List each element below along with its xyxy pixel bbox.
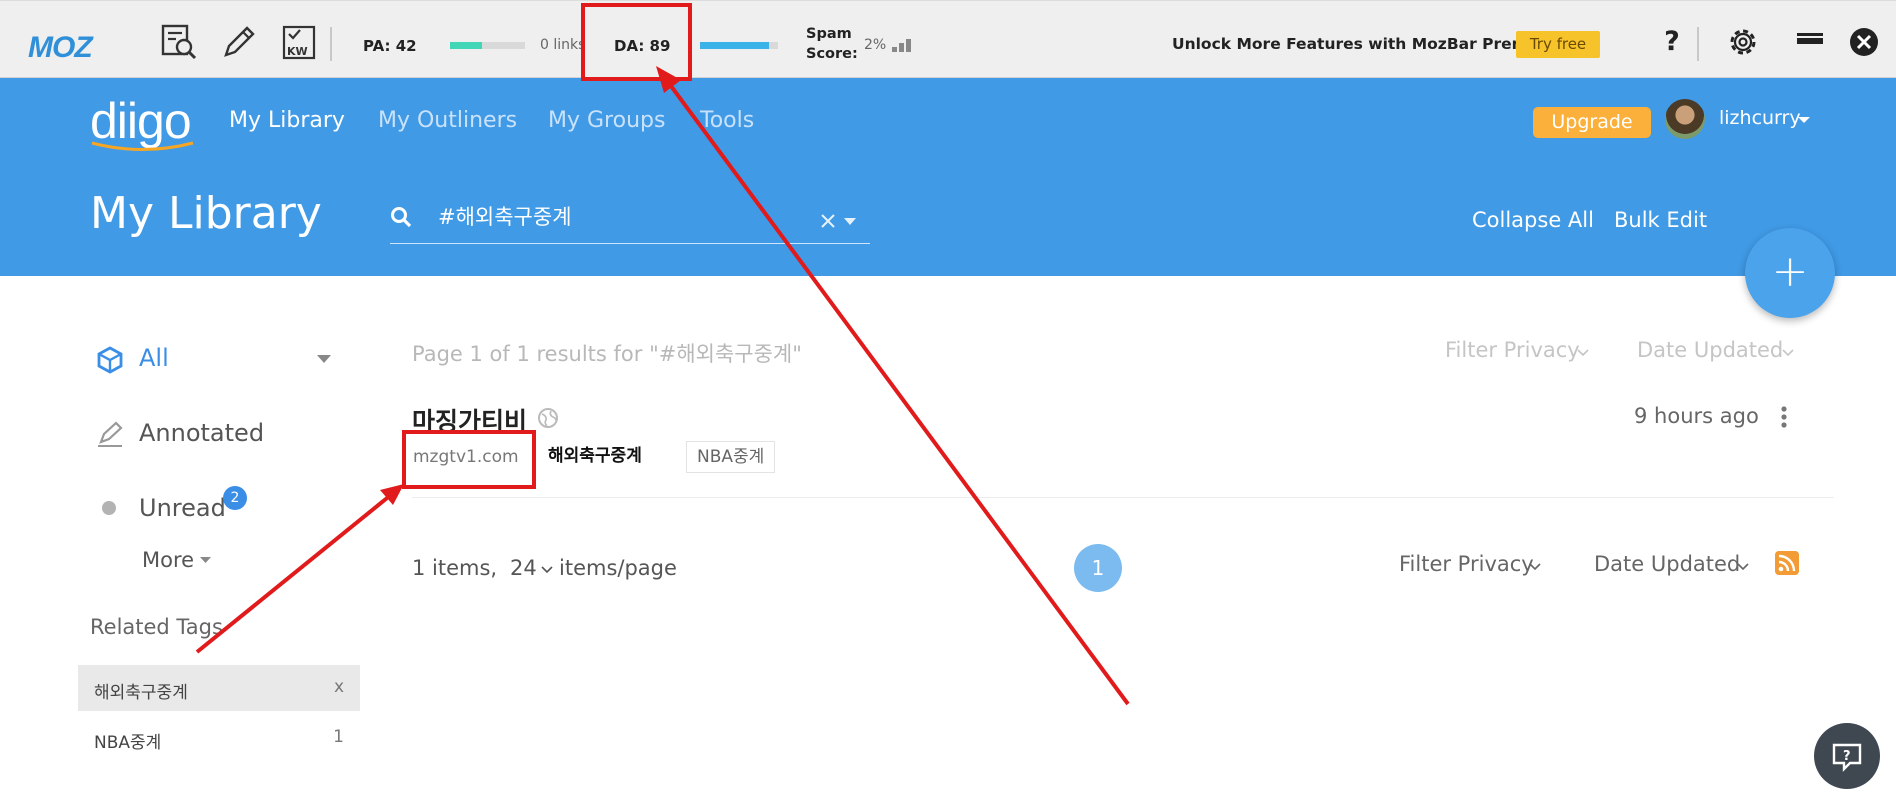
spam-label-line2: Score: — [806, 46, 858, 62]
da-meter — [700, 42, 778, 49]
per-page-label: items/page — [559, 556, 677, 580]
spam-label-line1: Spam — [806, 26, 852, 42]
filter-privacy-dropdown[interactable]: Filter Privacy — [1445, 338, 1580, 362]
nav-my-outliners[interactable]: My Outliners — [378, 108, 517, 133]
collapse-all-button[interactable]: Collapse All — [1472, 208, 1594, 232]
highlighter-icon — [98, 421, 123, 447]
chevron-down-icon[interactable] — [1797, 115, 1811, 125]
globe-public-icon — [538, 408, 558, 428]
related-tag-row[interactable]: 해외축구중계 x — [78, 665, 360, 711]
sidebar-item-unread[interactable]: Unread — [139, 494, 226, 522]
upgrade-button[interactable]: Upgrade — [1533, 107, 1651, 138]
search-icon[interactable] — [390, 206, 414, 230]
sidebar-item-annotated[interactable]: Annotated — [139, 419, 264, 447]
chevron-down-icon[interactable] — [316, 354, 332, 364]
related-tag-row[interactable]: NBA중계 1 — [78, 715, 360, 761]
search-box — [390, 196, 870, 244]
sidebar-item-all[interactable]: All — [139, 344, 169, 372]
pagination-page[interactable]: 1 — [1074, 544, 1122, 592]
mozbar-toolbar: MOZ KW PA: 42 0 links DA: 89 Spam Score:… — [0, 0, 1896, 78]
mozbar-premium-promo: Unlock More Features with MozBar Premium — [1172, 35, 1561, 53]
chevron-down-icon[interactable] — [1577, 349, 1589, 357]
related-tag-name: NBA중계 — [94, 733, 162, 753]
keyword-check-icon[interactable]: KW — [280, 23, 318, 61]
help-chat-button[interactable]: ? — [1814, 723, 1880, 789]
remove-tag-icon[interactable]: x — [334, 677, 344, 697]
pa-meter — [450, 42, 525, 49]
avatar[interactable] — [1665, 99, 1705, 139]
pa-score: PA: 42 — [363, 37, 417, 55]
list-divider — [412, 497, 1834, 498]
chat-help-icon: ? — [1832, 743, 1862, 772]
cube-icon — [97, 346, 123, 374]
clear-search-icon[interactable] — [820, 213, 836, 229]
search-options-chevron-icon[interactable] — [843, 217, 857, 227]
chevron-down-icon[interactable] — [1737, 563, 1749, 571]
da-highlight-box — [581, 3, 692, 81]
nav-my-groups[interactable]: My Groups — [548, 108, 665, 133]
url-highlight-box — [402, 430, 536, 489]
bookmark-tag-chip[interactable]: 해외축구중계 — [538, 441, 652, 473]
moz-logo: MOZ — [28, 31, 93, 64]
related-tag-count: 1 — [333, 727, 344, 747]
try-free-button[interactable]: Try free — [1516, 31, 1600, 58]
username-menu[interactable]: lizhcurry — [1719, 107, 1801, 129]
mozbar-divider — [330, 27, 332, 61]
search-input[interactable] — [438, 201, 798, 231]
filter-privacy-dropdown[interactable]: Filter Privacy — [1399, 552, 1534, 576]
results-summary: Page 1 of 1 results for "#해외축구중계" — [412, 342, 802, 366]
unread-count-badge: 2 — [223, 486, 247, 510]
chevron-down-icon[interactable] — [541, 566, 553, 574]
spam-bars-icon — [892, 39, 911, 52]
bookmark-tag-chip[interactable]: NBA중계 — [686, 441, 776, 473]
bulk-edit-button[interactable]: Bulk Edit — [1614, 208, 1707, 232]
related-tag-name: 해외축구중계 — [94, 683, 188, 703]
collapse-bar-icon[interactable] — [1793, 25, 1827, 59]
chevron-down-icon[interactable] — [1529, 563, 1541, 571]
nav-my-library[interactable]: My Library — [229, 108, 345, 133]
diigo-logo-swoosh — [91, 141, 194, 151]
date-updated-dropdown[interactable]: Date Updated — [1637, 338, 1783, 362]
svg-text:?: ? — [1843, 749, 1851, 764]
page-title: My Library — [90, 188, 322, 239]
nav-tools[interactable]: Tools — [700, 108, 754, 133]
rss-icon[interactable] — [1775, 551, 1799, 575]
more-options-icon[interactable] — [1780, 405, 1788, 429]
help-icon[interactable]: ? — [1655, 25, 1689, 59]
arrow-to-url — [195, 484, 404, 654]
links-count: 0 links — [540, 37, 586, 53]
diigo-header: diigo My Library My Outliners My Groups … — [0, 78, 1896, 276]
mozbar-divider — [1697, 27, 1699, 61]
unread-dot-icon — [102, 501, 116, 515]
sidebar-more-button[interactable]: More — [142, 548, 194, 572]
pencil-icon[interactable] — [220, 23, 258, 61]
svg-text:KW: KW — [287, 45, 308, 58]
related-tags-title: Related Tags — [90, 615, 223, 639]
chevron-down-icon[interactable] — [199, 556, 212, 564]
per-page-select[interactable]: 24 — [510, 556, 537, 580]
chevron-down-icon[interactable] — [1782, 349, 1794, 357]
spam-score-value: 2% — [864, 37, 887, 53]
page-analysis-icon[interactable] — [160, 23, 198, 61]
bookmark-updated-time: 9 hours ago — [1634, 404, 1759, 428]
add-bookmark-button[interactable]: + — [1745, 228, 1835, 318]
date-updated-dropdown[interactable]: Date Updated — [1594, 552, 1740, 576]
gear-icon[interactable] — [1726, 25, 1760, 59]
items-count: 1 items, — [412, 556, 498, 580]
close-icon[interactable] — [1847, 25, 1881, 59]
